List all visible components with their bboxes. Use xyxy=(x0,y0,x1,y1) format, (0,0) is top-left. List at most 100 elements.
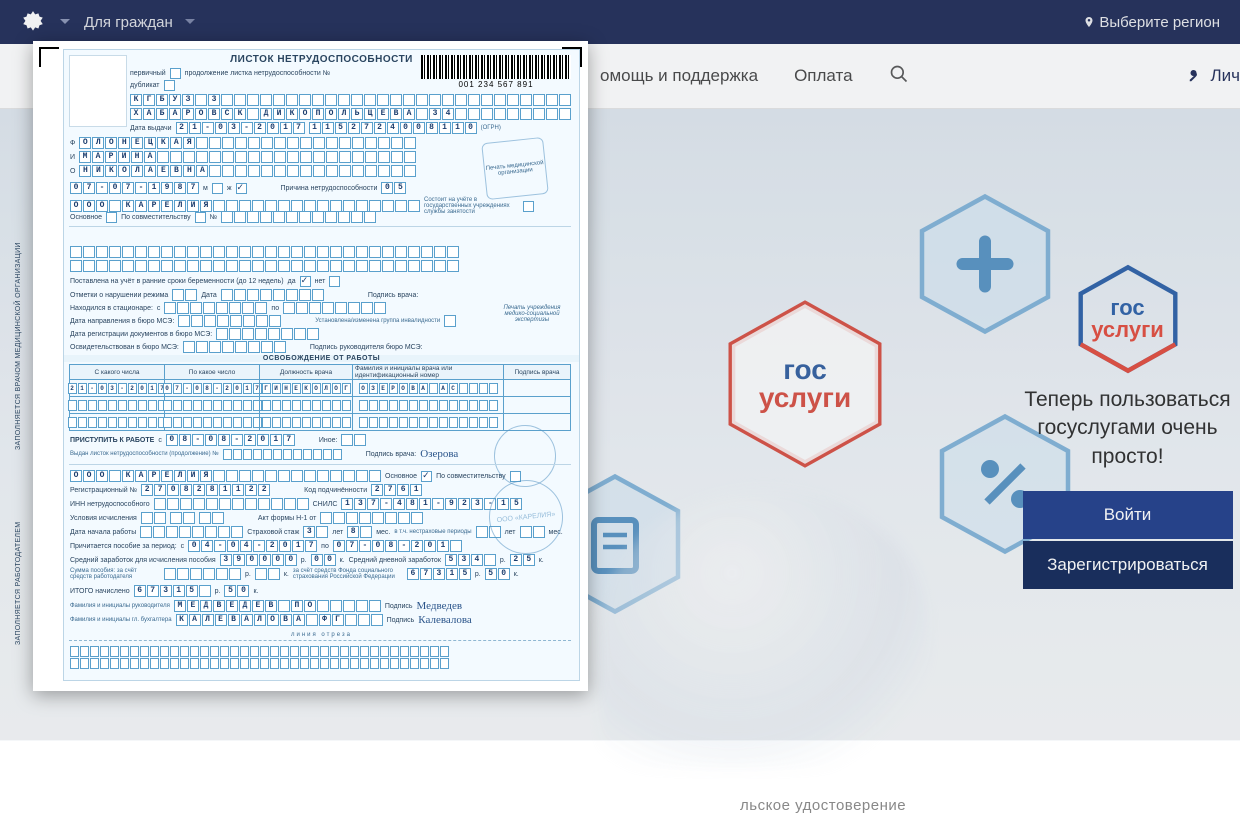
issue-date-label: Дата выдачи xyxy=(130,125,172,132)
primary-label: первичный xyxy=(130,70,166,77)
head-name: МЕДВЕДЕВ ПО xyxy=(174,600,381,612)
checkbox-sex-m[interactable] xyxy=(212,183,223,194)
photo-placeholder xyxy=(69,55,127,127)
mse2-label: Дата регистрации документов в бюро МСЭ: xyxy=(70,331,212,338)
checkbox[interactable] xyxy=(170,68,181,79)
th-from: С какого числа xyxy=(70,365,164,379)
checkbox-preg-yes[interactable] xyxy=(300,276,311,287)
violation-label: Отметки о нарушении режима xyxy=(70,292,168,299)
sign-label: Подпись xyxy=(385,603,413,610)
patr-prefix: О xyxy=(70,168,75,175)
register-button[interactable]: Зарегистрироваться xyxy=(1023,541,1233,589)
key-icon xyxy=(1186,67,1204,85)
doc-sign-label2: Подпись врача: xyxy=(366,451,416,458)
ogrn-label: (ОГРН) xyxy=(481,125,501,131)
promo-headline: Теперь пользоваться госуслугами очень пр… xyxy=(1015,386,1240,471)
main-label: Основное xyxy=(70,214,102,221)
promo-logo: госуслуги xyxy=(1073,264,1183,374)
surname: ОЛОНЕЦКАЯ xyxy=(79,137,416,149)
login-short: Лич xyxy=(1210,66,1240,86)
org-name: КГБУЗ 3 xyxy=(130,94,571,106)
promo-panel: госуслуги Теперь пользоваться госуслугам… xyxy=(1015,264,1240,589)
th-doctor: Фамилия и инициалы врача или идентификац… xyxy=(352,365,503,379)
act-label: Акт формы Н-1 от xyxy=(258,515,316,522)
fss-sum-label: за счёт средств Фонда социального страхо… xyxy=(293,568,403,580)
sub-code-label: Код подчинённости xyxy=(304,487,367,494)
fss-sum: 67315 xyxy=(407,568,471,580)
start-work-label: ПРИСТУПИТЬ К РАБОТЕ xyxy=(70,437,154,444)
total-sum: 67315 xyxy=(134,585,211,597)
reason-label: Причина нетрудоспособности xyxy=(281,185,378,192)
pin-icon xyxy=(1083,15,1095,29)
avg-label: Средний заработок для исчисления пособия xyxy=(70,557,216,564)
acc-signature: Калевалова xyxy=(418,614,472,626)
preg-label: Поставлена на учёт в ранние сроки береме… xyxy=(70,278,284,285)
sick-leave-form: ЗАПОЛНЯЕТСЯ ВРАЧОМ МЕДИЦИНСКОЙ ОРГАНИЗАЦ… xyxy=(33,41,588,691)
inn-label: ИНН нетрудоспособного xyxy=(70,501,150,508)
emp-sum-label: Сумма пособия: за счёт средств работодат… xyxy=(70,568,160,580)
release-title: ОСВОБОЖДЕНИЕ ОТ РАБОТЫ xyxy=(64,355,579,362)
total-label: ИТОГО начислено xyxy=(70,588,130,595)
duplicate-label: дубликат xyxy=(130,82,160,89)
benefit-from: 04-04-2017 xyxy=(188,540,317,552)
state-emblem-icon xyxy=(20,9,46,35)
th-role: Должность врача xyxy=(259,365,352,379)
no-label2: нет xyxy=(315,278,326,285)
checkbox[interactable] xyxy=(195,212,206,223)
region-selector[interactable]: Выберите регион xyxy=(1083,14,1220,31)
search-icon[interactable] xyxy=(889,64,909,89)
th-to: По какое число xyxy=(164,365,259,379)
start-date-label: Дата начала работы xyxy=(70,529,136,536)
reason-code: 05 xyxy=(381,182,406,194)
issue-date: 21-03-2017 xyxy=(176,122,305,134)
brand-hexagon: госуслуги xyxy=(720,299,890,469)
release-table: С какого числа По какое число Должность … xyxy=(69,364,571,431)
no-label: № xyxy=(210,214,218,221)
cont-label: продолжение листка нетрудоспособности № xyxy=(185,70,331,77)
acc-name: КАЛЕВАЛОВА ФГ xyxy=(176,614,383,626)
avgday-label: Средний дневной заработок xyxy=(349,557,441,564)
doctor-signature: Озерова xyxy=(420,448,458,460)
part-label: По совместительству xyxy=(121,214,191,221)
patronymic: НИКОЛАЕВНА xyxy=(79,165,416,177)
audience-dropdown[interactable]: Для граждан xyxy=(84,14,209,31)
region-label: Выберите регион xyxy=(1099,14,1220,31)
avg-day: 534 xyxy=(445,554,496,566)
sub-code: 2761 xyxy=(371,484,422,496)
service-caption: льское удостоверение xyxy=(740,797,906,814)
name: МАРИНА xyxy=(79,151,416,163)
nav-help[interactable]: омощь и поддержка xyxy=(600,66,758,86)
checkbox-sex-f[interactable] xyxy=(236,183,247,194)
dob: 07-07-1987 xyxy=(70,182,199,194)
cut-line: линия отреза xyxy=(64,632,579,638)
address: ХАБАРОВСК ДИКОПОЛЬЦЕВА 34 xyxy=(130,108,571,120)
top-nav: Для граждан Выберите регион xyxy=(0,0,1240,44)
surname-prefix: Ф xyxy=(70,140,75,147)
care-cells2 xyxy=(70,260,459,272)
th-sign: Подпись врача xyxy=(503,365,570,379)
reg-no: 2708281122 xyxy=(141,484,270,496)
nav-pay[interactable]: Оплата xyxy=(794,66,852,86)
mse1-label: Дата направления в бюро МСЭ: xyxy=(70,318,174,325)
stazh-label: Страховой стаж xyxy=(247,529,299,536)
checkbox[interactable] xyxy=(523,201,534,212)
login-button[interactable]: Войти xyxy=(1023,491,1233,539)
avg-salary: 390000 xyxy=(220,554,297,566)
checkbox-main[interactable] xyxy=(421,471,432,482)
checkbox[interactable] xyxy=(164,80,175,91)
benefit-to: 07-08-201 xyxy=(333,540,462,552)
checkbox-preg-no[interactable] xyxy=(329,276,340,287)
head-signature: Медведев xyxy=(417,600,463,612)
chevron-down-icon xyxy=(185,19,195,29)
date-label: Дата xyxy=(201,292,217,299)
emblem-dropdown-caret[interactable] xyxy=(60,19,70,29)
form-body: ЛИСТОК НЕТРУДОСПОСОБНОСТИ 001 234 567 89… xyxy=(63,49,580,681)
care-cells xyxy=(70,246,459,258)
mse-stamp-note: Печать учреждения медико-социальной эксп… xyxy=(497,305,567,323)
reg-no-label: Регистрационный № xyxy=(70,487,137,494)
name-prefix: И xyxy=(70,154,75,161)
nonins-label: в т.ч. нестраховые периоды xyxy=(394,529,471,535)
login-link[interactable]: Лич xyxy=(1186,66,1240,86)
checkbox[interactable] xyxy=(106,212,117,223)
sex-f-label: ж xyxy=(227,185,232,192)
